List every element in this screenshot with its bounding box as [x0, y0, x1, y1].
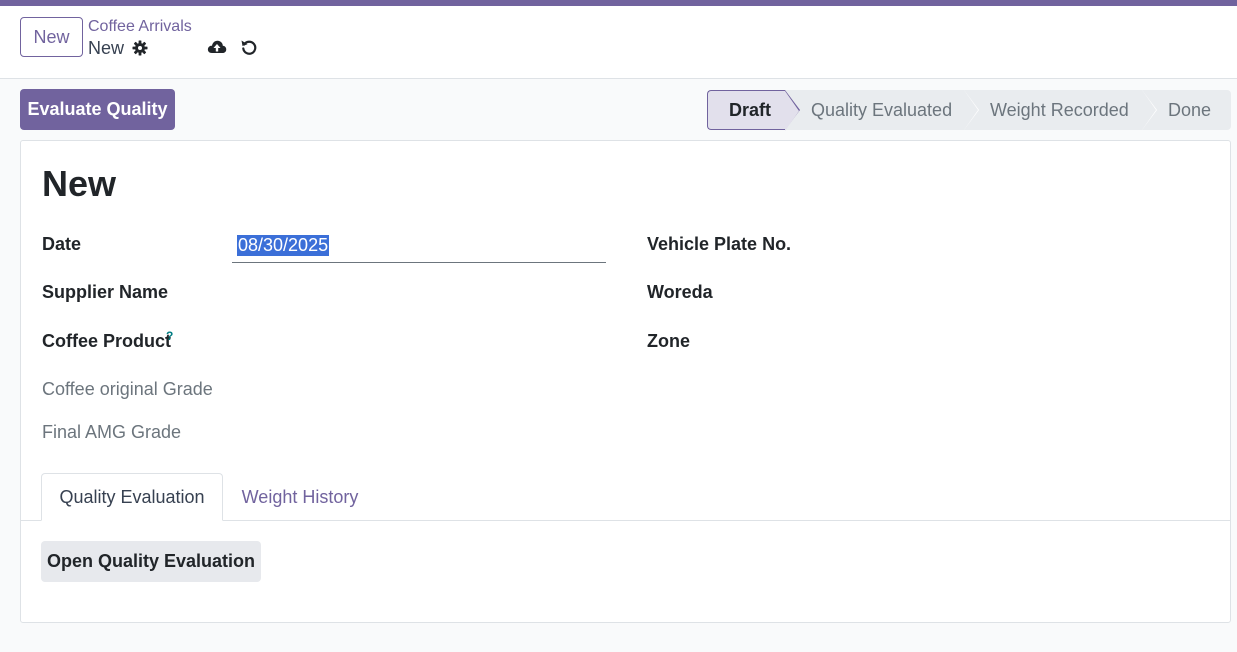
status-bar: Draft Quality Evaluated Weight Recorded …	[707, 90, 1231, 131]
tab-quality-evaluation[interactable]: Quality Evaluation	[41, 473, 223, 521]
open-quality-evaluation-button[interactable]: Open Quality Evaluation	[41, 541, 261, 582]
breadcrumb-coffee-arrivals[interactable]: Coffee Arrivals	[88, 18, 192, 36]
original-grade-label: Coffee original Grade	[42, 379, 213, 399]
stage-quality-evaluated[interactable]: Quality Evaluated	[785, 90, 979, 130]
date-field[interactable]: 08/30/2025	[232, 232, 606, 263]
record-name: New	[88, 38, 125, 58]
date-label: Date	[42, 234, 82, 254]
stage-label: Weight Recorded	[990, 99, 1129, 120]
zone-label: Zone	[647, 331, 690, 351]
undo-icon[interactable]	[239, 37, 259, 57]
cloud-upload-icon[interactable]	[206, 37, 228, 57]
stage-label: Quality Evaluated	[811, 99, 953, 120]
coffee-product-label: Coffee Product	[42, 331, 172, 351]
help-tooltip-icon[interactable]: ?	[166, 329, 173, 343]
final-grade-label: Final AMG Grade	[42, 422, 182, 442]
control-panel: New Coffee Arrivals New	[0, 6, 1237, 79]
date-value: 08/30/2025	[237, 235, 330, 256]
woreda-label: Woreda	[647, 282, 713, 302]
new-record-button[interactable]: New	[20, 17, 83, 57]
form-sheet: New Date 08/30/2025 Supplier Name Coffee…	[20, 140, 1231, 623]
stage-label: Draft	[729, 99, 772, 120]
supplier-name-label: Supplier Name	[42, 282, 169, 302]
gear-icon[interactable]	[131, 38, 149, 58]
stage-weight-recorded[interactable]: Weight Recorded	[964, 90, 1157, 130]
tab-weight-history[interactable]: Weight History	[223, 473, 377, 521]
evaluate-quality-button[interactable]: Evaluate Quality	[20, 89, 175, 130]
vehicle-plate-label: Vehicle Plate No.	[647, 234, 792, 254]
stage-draft[interactable]: Draft	[707, 90, 800, 131]
record-title: New	[42, 163, 117, 204]
